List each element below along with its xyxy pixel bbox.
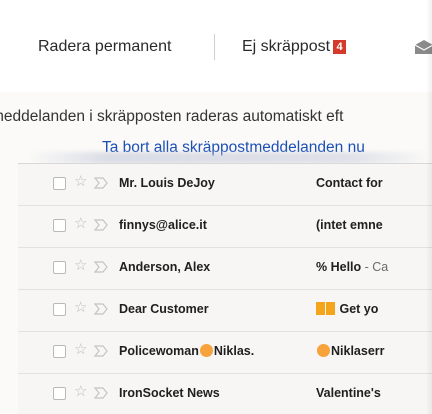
star-icon[interactable]: ☆ [74, 298, 87, 316]
email-subject-text: Contact for [316, 176, 383, 190]
star-icon[interactable]: ☆ [74, 256, 87, 274]
promo-emoji-icon [316, 302, 325, 315]
auto-delete-notice: meddelanden i skräpposten raderas automa… [0, 108, 344, 125]
email-row[interactable]: ☆ Anderson, Alex % Hello - Ca [18, 248, 432, 290]
email-row[interactable]: ☆ Dear Customer Get yo [18, 290, 432, 332]
email-sender: finnys@alice.it [119, 218, 207, 232]
email-row[interactable]: ☆ IronSocket News Valentine's [18, 374, 432, 414]
promo-emoji-icon [326, 302, 335, 315]
email-subject: (intet emne [316, 218, 383, 232]
email-subject-text: (intet emne [316, 218, 383, 232]
importance-marker-icon[interactable] [94, 177, 108, 189]
not-spam-badge: 4 [333, 40, 347, 54]
email-subject-text: Valentine's [316, 386, 381, 400]
email-sender: Policewoman Niklas. [119, 344, 254, 358]
page-edge-shadow [426, 0, 432, 414]
toolbar-divider [214, 34, 215, 60]
importance-marker-icon[interactable] [94, 387, 108, 399]
police-emoji-icon [317, 344, 330, 357]
email-sender: Anderson, Alex [119, 260, 211, 274]
importance-marker-icon[interactable] [94, 303, 108, 315]
toolbar: Radera permanent Ej skräppost 4 [0, 0, 432, 92]
email-snippet: - Ca [361, 260, 389, 274]
email-sender-suffix: Niklas. [213, 344, 255, 358]
importance-marker-icon[interactable] [94, 219, 108, 231]
checkbox-icon[interactable] [53, 261, 66, 274]
email-sender: IronSocket News [119, 386, 220, 400]
checkbox-icon[interactable] [53, 345, 66, 358]
email-subject-text: Niklaserr [331, 344, 385, 358]
email-subject: Get yo [316, 302, 378, 316]
star-icon[interactable]: ☆ [74, 382, 87, 400]
email-sender: Dear Customer [119, 302, 209, 316]
email-row[interactable]: ☆ Policewoman Niklas. Niklaserr [18, 332, 432, 374]
checkbox-icon[interactable] [53, 303, 66, 316]
email-sender: Mr. Louis DeJoy [119, 176, 215, 190]
not-spam-button[interactable]: Ej skräppost 4 [242, 38, 347, 56]
email-subject: Contact for [316, 176, 383, 190]
star-icon[interactable]: ☆ [74, 172, 87, 190]
email-list: ☆ Mr. Louis DeJoy Contact for ☆ finnys@a… [18, 163, 432, 414]
police-emoji-icon [199, 344, 213, 357]
checkbox-icon[interactable] [53, 219, 66, 232]
checkbox-icon[interactable] [53, 387, 66, 400]
email-subject-text: Get yo [339, 302, 379, 316]
checkbox-icon[interactable] [53, 177, 66, 190]
email-sender-prefix: Policewoman [119, 344, 199, 358]
importance-marker-icon[interactable] [94, 345, 108, 357]
email-subject: Valentine's [316, 386, 381, 400]
star-icon[interactable]: ☆ [74, 214, 87, 232]
not-spam-label: Ej skräppost [242, 38, 331, 55]
star-icon[interactable]: ☆ [74, 340, 87, 358]
email-subject-text: % Hello [316, 260, 362, 274]
importance-marker-icon[interactable] [94, 261, 108, 273]
spam-folder-view: Radera permanent Ej skräppost 4 meddeland… [0, 0, 432, 414]
email-subject: Niklaserr [316, 344, 385, 358]
delete-forever-button[interactable]: Radera permanent [38, 38, 171, 56]
email-row[interactable]: ☆ Mr. Louis DeJoy Contact for [18, 164, 432, 206]
email-row[interactable]: ☆ finnys@alice.it (intet emne [18, 206, 432, 248]
email-subject: % Hello - Ca [316, 260, 388, 274]
